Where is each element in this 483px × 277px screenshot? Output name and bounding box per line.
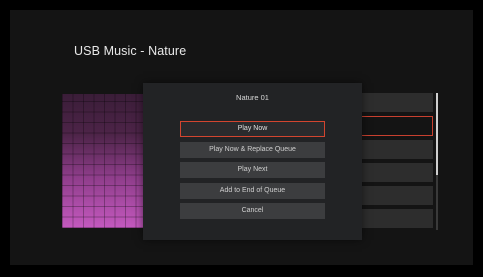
add-to-end-of-queue-button[interactable]: Add to End of Queue [180, 182, 325, 199]
track-list [360, 93, 433, 232]
list-item[interactable] [360, 163, 433, 182]
list-item[interactable] [360, 93, 433, 112]
album-art [62, 94, 146, 228]
options-menu: Play Now Play Now & Replace Queue Play N… [180, 121, 325, 224]
list-item[interactable] [360, 209, 433, 228]
list-item-selected[interactable] [360, 116, 433, 136]
page-title: USB Music - Nature [74, 44, 187, 58]
dialog-title: Nature 01 [236, 93, 269, 102]
list-item[interactable] [360, 186, 433, 205]
play-next-button[interactable]: Play Next [180, 162, 325, 178]
scrollbar-thumb[interactable] [436, 93, 438, 175]
options-dialog: Nature 01 Play Now Play Now & Replace Qu… [143, 83, 362, 240]
list-item[interactable] [360, 140, 433, 159]
scrollbar[interactable] [436, 93, 438, 230]
cancel-button[interactable]: Cancel [180, 203, 325, 219]
play-now-replace-queue-button[interactable]: Play Now & Replace Queue [180, 141, 325, 158]
play-now-button[interactable]: Play Now [180, 121, 325, 137]
